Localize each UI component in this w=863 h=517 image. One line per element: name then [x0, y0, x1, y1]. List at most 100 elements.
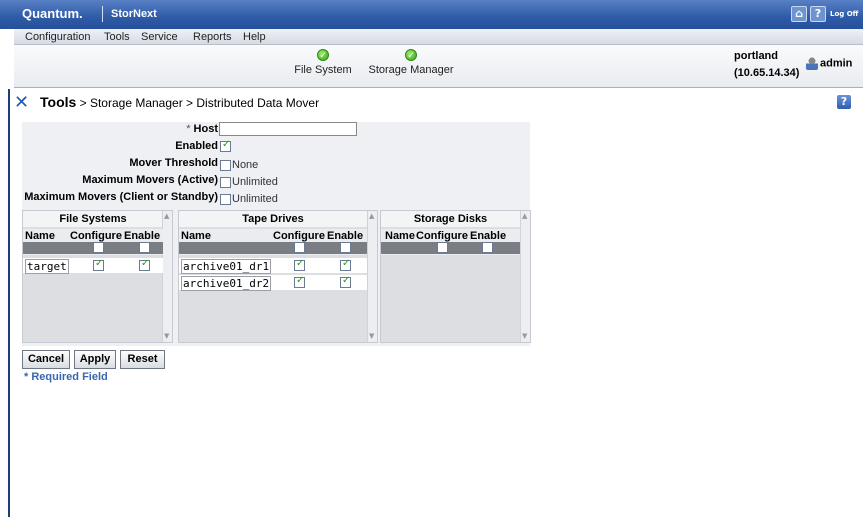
col-enable: Enable [327, 230, 364, 242]
scroll-down-icon[interactable]: ▼ [164, 332, 169, 340]
breadcrumb: > Storage Manager > Distributed Data Mov… [76, 96, 320, 110]
host-row: * Host [22, 122, 218, 138]
host-label: Host [193, 123, 218, 135]
app-window: Quantum. StorNext ⌂ ? Log Off Configurat… [0, 0, 863, 517]
tape-drives-scrollbar[interactable]: ▲ ▼ [367, 211, 377, 342]
scroll-down-icon[interactable]: ▼ [369, 332, 374, 340]
user-menu[interactable]: admin [806, 57, 852, 70]
col-configure: Configure [273, 230, 325, 242]
menu-help[interactable]: Help [243, 31, 266, 43]
configure-checkbox[interactable] [294, 275, 305, 288]
menu-tools[interactable]: Tools [104, 31, 130, 43]
user-name: admin [820, 57, 853, 70]
file-system-status-label: File System [294, 64, 352, 76]
configure-checkbox[interactable] [294, 258, 305, 271]
enable-checkbox[interactable] [340, 275, 351, 288]
required-mark: * [186, 123, 191, 135]
enable-all-checkbox[interactable] [340, 242, 351, 253]
menu-bar: Configuration Tools Service Reports Help [14, 29, 863, 45]
server-name: portland [734, 50, 778, 62]
enable-all-checkbox[interactable] [482, 242, 493, 253]
apply-button[interactable]: Apply [74, 350, 116, 369]
col-name: Name [25, 230, 55, 242]
file-system-status[interactable]: ✓ File System [283, 49, 363, 76]
help-icon[interactable]: ? [837, 95, 851, 109]
product-name: StorNext [111, 8, 157, 20]
table-row: target [23, 258, 163, 274]
storage-disks-scrollbar[interactable]: ▲ ▼ [520, 211, 530, 342]
tape-drive-name: archive01_dr1 [181, 259, 272, 274]
configure-checkbox[interactable] [93, 258, 104, 271]
enable-checkbox[interactable] [139, 258, 150, 271]
tape-drives-panel: Tape Drives ▲ ▼ Name Configure Enable ar… [178, 210, 378, 343]
menu-configuration[interactable]: Configuration [25, 31, 90, 43]
col-configure: Configure [416, 230, 468, 242]
enable-all-checkbox[interactable] [139, 242, 150, 253]
col-enable: Enable [470, 230, 507, 242]
wrench-icon: ✕ [14, 92, 30, 113]
reset-button[interactable]: Reset [120, 350, 165, 369]
storage-manager-status[interactable]: ✓ Storage Manager [366, 49, 456, 76]
col-configure: Configure [70, 230, 122, 242]
table-row: archive01_dr2 [179, 275, 367, 291]
storage-disks-panel: Storage Disks ▲ ▼ Name Configure Enable [380, 210, 531, 343]
menu-reports[interactable]: Reports [193, 31, 232, 43]
storage-manager-status-label: Storage Manager [368, 64, 454, 76]
max-movers-client-control[interactable]: Unlimited [220, 192, 278, 205]
file-systems-header: Name Configure Enable [23, 229, 163, 255]
enabled-label: Enabled [175, 140, 218, 152]
scroll-up-icon[interactable]: ▲ [369, 212, 374, 220]
brand-divider [102, 6, 103, 22]
mover-threshold-label: Mover Threshold [129, 157, 218, 169]
configure-all-checkbox[interactable] [437, 242, 448, 253]
col-name: Name [385, 230, 415, 242]
file-systems-title: File Systems [23, 211, 163, 227]
tape-drives-title: Tape Drives [179, 211, 367, 227]
cancel-button[interactable]: Cancel [22, 350, 70, 369]
header-band [381, 242, 520, 254]
configure-all-checkbox[interactable] [93, 242, 104, 253]
top-banner: Quantum. StorNext ⌂ ? Log Off [0, 0, 863, 29]
check-circle-icon: ✓ [405, 49, 417, 61]
host-label-wrap: * Host [186, 123, 218, 135]
mover-threshold-none-label: None [232, 159, 259, 171]
scroll-down-icon[interactable]: ▼ [522, 332, 527, 340]
enable-checkbox[interactable] [340, 258, 351, 271]
main-content: ✕ Tools > Storage Manager > Distributed … [14, 89, 863, 517]
file-systems-panel: File Systems ▲ ▼ Name Configure Enable t… [22, 210, 173, 343]
status-toolbar: ✓ File System ✓ Storage Manager portland… [14, 45, 863, 88]
max-movers-active-control[interactable]: Unlimited [220, 175, 278, 188]
mover-threshold-control[interactable]: None [220, 158, 258, 171]
storage-disks-header: Name Configure Enable [381, 229, 520, 255]
max-movers-active-row: Maximum Movers (Active) [22, 174, 218, 190]
scroll-up-icon[interactable]: ▲ [522, 212, 527, 220]
log-off-link[interactable]: Log Off [830, 10, 858, 18]
left-rail [0, 29, 14, 517]
check-circle-icon: ✓ [317, 49, 329, 61]
menu-service[interactable]: Service [141, 31, 178, 43]
quantum-logo: Quantum. [22, 6, 83, 21]
page-title: Tools > Storage Manager > Distributed Da… [40, 94, 319, 110]
header-band [179, 242, 367, 254]
required-field-note: * Required Field [24, 371, 108, 383]
server-ip: (10.65.14.34) [734, 67, 800, 79]
max-movers-active-label: Maximum Movers (Active) [82, 174, 218, 186]
max-movers-client-row: Maximum Movers (Client or Standby) [22, 191, 218, 207]
tape-drive-name: archive01_dr2 [181, 276, 272, 291]
max-movers-client-label: Maximum Movers (Client or Standby) [24, 191, 218, 203]
page-title-section: Tools [40, 94, 77, 110]
max-movers-client-unlimited-checkbox[interactable] [220, 193, 231, 205]
file-system-name: target [25, 259, 69, 274]
max-movers-client-unlimited-label: Unlimited [232, 193, 278, 205]
home-icon[interactable]: ⌂ [791, 6, 807, 22]
scroll-up-icon[interactable]: ▲ [164, 212, 169, 220]
mover-threshold-none-checkbox[interactable] [220, 159, 231, 171]
enabled-checkbox[interactable] [220, 139, 231, 152]
configure-all-checkbox[interactable] [294, 242, 305, 253]
help-top-icon[interactable]: ? [810, 6, 826, 22]
file-systems-scrollbar[interactable]: ▲ ▼ [162, 211, 172, 342]
host-input[interactable] [219, 122, 357, 136]
left-border-line [8, 89, 10, 517]
mover-threshold-row: Mover Threshold [22, 157, 218, 173]
max-movers-active-unlimited-checkbox[interactable] [220, 176, 231, 188]
